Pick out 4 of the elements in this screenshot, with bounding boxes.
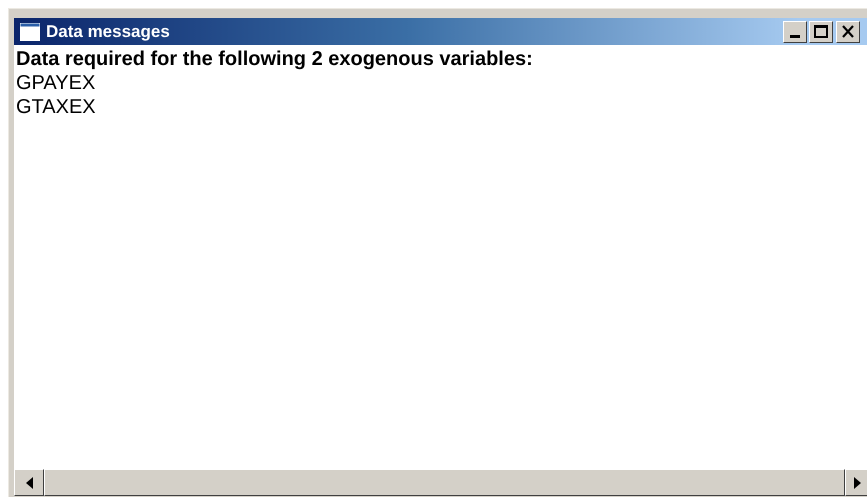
message-line: GTAXEX bbox=[16, 95, 97, 119]
message-line: Data required for the following 2 exogenous variables: bbox=[16, 47, 534, 71]
message-line: GPAYEX bbox=[16, 71, 96, 95]
window-title: Data messages bbox=[46, 20, 170, 43]
